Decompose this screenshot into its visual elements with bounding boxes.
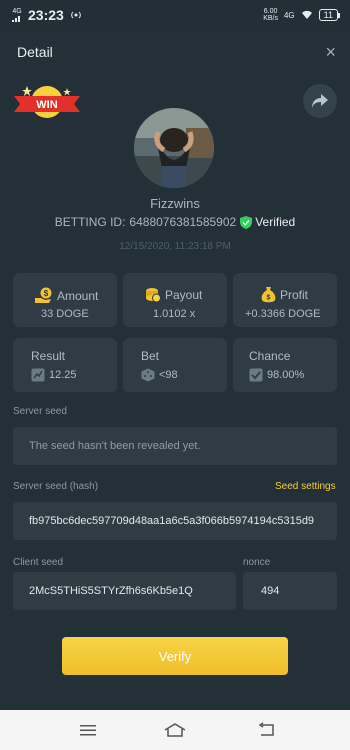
result-label: Result: [31, 349, 66, 363]
amount-label-wrap: $ Amount: [35, 287, 98, 304]
back-button[interactable]: [254, 718, 278, 742]
menu-button[interactable]: [76, 718, 100, 742]
home-button[interactable]: [163, 718, 187, 742]
money-hand-icon: $: [35, 287, 52, 303]
betting-id-label: BETTING ID:: [54, 215, 126, 229]
dice-result-icon: [31, 368, 45, 382]
betting-id-line: BETTING ID: 6488076381585902 Verified: [0, 215, 350, 229]
bet-label: Bet: [141, 349, 160, 363]
home-icon: [164, 723, 186, 737]
result-value-wrap: 12.25: [31, 368, 77, 382]
result-card: Result 12.25: [13, 338, 117, 392]
amount-label: Amount: [57, 288, 99, 303]
svg-text:$: $: [44, 289, 49, 298]
chance-label: Chance: [249, 349, 291, 363]
svg-text:$: $: [267, 295, 271, 302]
profit-label-wrap: $ Profit: [261, 287, 308, 303]
amount-value: 33 DOGE: [41, 308, 89, 320]
profit-card: $ Profit +0.3366 DOGE: [233, 273, 337, 327]
wifi-icon: [301, 10, 312, 19]
system-nav-bar: [0, 710, 350, 750]
network-speed: 6.00 KB/s: [263, 8, 278, 22]
status-left: 4G 23:23: [12, 7, 82, 23]
dice-icon: [141, 368, 155, 382]
hotspot-icon: [71, 11, 81, 19]
bet-timestamp: 12/15/2020, 11:23:18 PM: [119, 241, 231, 252]
nonce-label: nonce: [243, 557, 271, 568]
back-icon: [258, 722, 274, 736]
share-icon: [312, 94, 328, 108]
chance-value-wrap: 98.00%: [249, 368, 304, 382]
nonce-field[interactable]: 494: [243, 572, 337, 610]
win-badge-icon: WIN: [14, 86, 80, 118]
betting-id-value: 6488076381585902: [129, 215, 237, 229]
avatar: [134, 108, 214, 188]
profit-value: +0.3366 DOGE: [245, 308, 321, 320]
network-type-right: 4G: [283, 10, 295, 20]
server-seed-field: The seed hasn't been revealed yet.: [13, 427, 337, 465]
seed-settings-link[interactable]: Seed settings: [275, 481, 336, 492]
chance-card: Chance 98.00%: [233, 338, 337, 392]
server-seed-label: Server seed: [13, 406, 67, 417]
payout-label-wrap: Payout: [145, 287, 202, 303]
payout-label: Payout: [165, 288, 203, 302]
verified-label: Verified: [255, 215, 296, 229]
status-right: 6.00 KB/s 4G 11: [263, 8, 341, 22]
menu-icon: [80, 725, 96, 736]
header: Detail ×: [0, 40, 350, 64]
avatar-image: [134, 108, 214, 188]
page-title: Detail: [17, 44, 53, 60]
payout-card: Payout 1.0102 x: [123, 273, 227, 327]
profit-label: Profit: [280, 288, 309, 302]
client-seed-field[interactable]: 2McS5THiS5STYrZfh6s6Kb5e1Q: [13, 572, 236, 610]
money-bag-icon: $: [261, 287, 276, 303]
status-time: 23:23: [28, 7, 64, 23]
payout-value: 1.0102 x: [153, 308, 196, 320]
chance-check-icon: [249, 368, 263, 382]
bet-value-wrap: <98: [141, 368, 178, 382]
battery-icon: 11: [318, 9, 341, 21]
win-badge-text: WIN: [36, 99, 57, 111]
share-button[interactable]: [303, 84, 337, 118]
signal-icon: [12, 16, 20, 22]
bet-card: Bet <98: [123, 338, 227, 392]
verify-button[interactable]: Verify: [62, 637, 288, 675]
coin-stack-icon: [146, 288, 161, 303]
network-indicator: 4G: [12, 8, 22, 22]
shield-check-icon: [240, 215, 253, 229]
close-button[interactable]: ×: [325, 42, 336, 63]
amount-card: $ Amount 33 DOGE: [13, 273, 117, 327]
username: Fizzwins: [150, 196, 200, 211]
network-label: 4G: [12, 8, 22, 15]
server-hash-label: Server seed (hash): [13, 481, 99, 492]
verified-status: Verified: [240, 215, 295, 229]
client-seed-label: Client seed: [13, 557, 64, 568]
server-hash-field[interactable]: fb975bc6dec597709d48aa1a6c5a3f066b597419…: [13, 502, 337, 540]
status-bar: 4G 23:23 6.00 KB/s 4G 11: [0, 0, 350, 30]
